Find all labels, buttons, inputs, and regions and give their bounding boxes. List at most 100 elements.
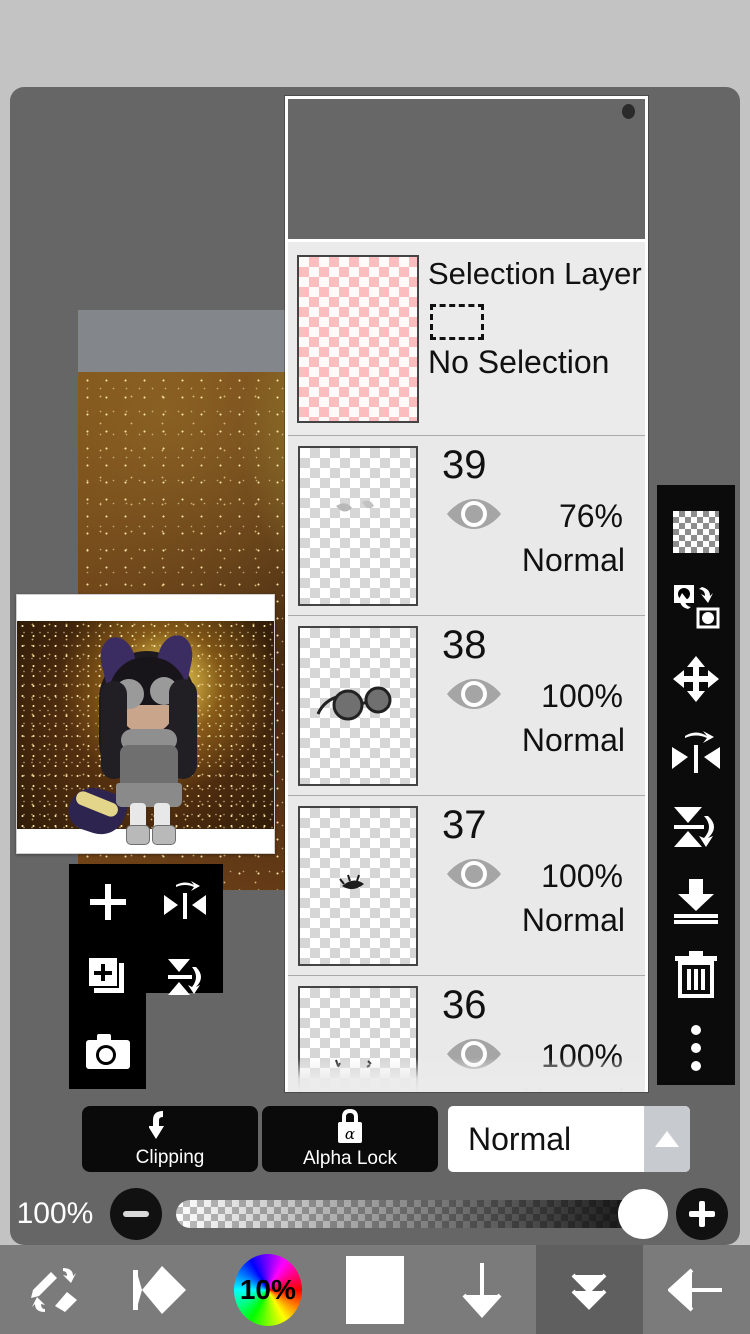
- selection-marquee-icon: [430, 304, 484, 340]
- layer-opacity[interactable]: 100%: [541, 678, 623, 715]
- layer-name: 37: [442, 803, 487, 847]
- alpha-lock-label: Alpha Lock: [302, 1148, 397, 1169]
- trash-icon: [675, 951, 717, 999]
- layer-info: 37 100% Normal: [428, 796, 645, 975]
- layer-visibility-toggle[interactable]: [444, 496, 504, 537]
- layer-thumb-cell: [288, 796, 428, 975]
- hide-panel-button[interactable]: [429, 1245, 536, 1334]
- layer-opacity[interactable]: 76%: [559, 498, 623, 535]
- layer-thumbnail[interactable]: [298, 625, 418, 786]
- layer-visibility-toggle[interactable]: [444, 856, 504, 897]
- opacity-slider[interactable]: [176, 1189, 668, 1239]
- brush-eraser-swap-button[interactable]: [0, 1245, 107, 1334]
- layer-list[interactable]: Selection Layer No Selection 39 76% Norm…: [288, 242, 645, 1092]
- layer-thumbnail[interactable]: [298, 805, 418, 966]
- more-options-button[interactable]: [657, 1011, 735, 1085]
- color-button[interactable]: 10%: [214, 1245, 321, 1334]
- layer-list-fade: [288, 1058, 645, 1092]
- color-wheel-icon[interactable]: 10%: [233, 1253, 302, 1326]
- layer-name: 38: [442, 623, 487, 667]
- opacity-decrease-button[interactable]: [110, 1188, 162, 1240]
- brush-eraser-swap-icon: [30, 1267, 77, 1312]
- triangle-up-icon: [655, 1131, 679, 1147]
- collapse-button[interactable]: [535, 1245, 643, 1334]
- plus-icon: [689, 1201, 715, 1227]
- eye-icon: [447, 858, 501, 889]
- move-button[interactable]: [657, 643, 735, 717]
- layer-blend-mode[interactable]: Normal: [428, 542, 633, 579]
- duplicate-layer-button[interactable]: [69, 939, 146, 1014]
- arrow-down-icon: [462, 1262, 502, 1318]
- layer-tools-toolbar: [657, 485, 735, 1085]
- bottom-toolbar: 10%: [0, 1245, 750, 1334]
- flip-vertical-button[interactable]: [146, 939, 223, 1014]
- back-button[interactable]: [643, 1245, 750, 1334]
- merge-down-button[interactable]: [657, 864, 735, 938]
- checkerboard-icon: [673, 510, 719, 553]
- layer-meta: 100%: [428, 670, 633, 722]
- layer-panel-header: [288, 99, 645, 239]
- selection-layer-info: Selection Layer No Selection: [428, 242, 645, 435]
- layer-meta: 76%: [428, 490, 633, 542]
- delete-layer-button[interactable]: [657, 938, 735, 1012]
- add-layer-button[interactable]: [69, 864, 146, 939]
- opacity-slider-knob[interactable]: [618, 1189, 668, 1239]
- selection-layer-row[interactable]: Selection Layer No Selection: [288, 242, 645, 436]
- character-shoe-right: [152, 825, 176, 845]
- selection-layer-title: Selection Layer: [428, 256, 642, 291]
- transparency-button[interactable]: [657, 495, 735, 569]
- arrow-left-icon: [668, 1268, 723, 1311]
- camera-button[interactable]: [69, 1014, 146, 1089]
- blend-mode-value: Normal: [468, 1120, 572, 1157]
- layer-thumbnail[interactable]: [298, 445, 418, 606]
- preview-artwork: [17, 621, 274, 845]
- app-root: Selection Layer No Selection 39 76% Norm…: [0, 0, 750, 1334]
- layer-visibility-toggle[interactable]: [444, 676, 504, 717]
- layer-blend-mode[interactable]: Normal: [428, 722, 633, 759]
- more-vertical-icon: [691, 1025, 701, 1072]
- blend-mode-stepper[interactable]: [644, 1106, 690, 1172]
- layer-info: 39 76% Normal: [428, 436, 645, 615]
- selection-layer-thumbnail[interactable]: [297, 254, 419, 423]
- layer-panel[interactable]: Selection Layer No Selection 39 76% Norm…: [285, 96, 648, 1092]
- status-bar-area: [0, 0, 750, 88]
- table-row[interactable]: 37 100% Normal: [288, 796, 645, 976]
- layer-name: 39: [442, 443, 487, 487]
- clipping-button[interactable]: Clipping: [82, 1106, 258, 1172]
- eye-icon: [447, 498, 501, 529]
- layer-opacity[interactable]: 100%: [541, 858, 623, 895]
- svg-text:α: α: [345, 1125, 355, 1143]
- table-row[interactable]: 38 100% Normal: [288, 616, 645, 796]
- layer-thumb-cell: [288, 436, 428, 615]
- flip-horizontal-tool-button[interactable]: [657, 716, 735, 790]
- blend-mode-select[interactable]: Normal: [448, 1106, 690, 1172]
- opacity-value: 100%: [16, 1197, 94, 1230]
- merge-down-icon: [674, 878, 718, 924]
- alpha-lock-button[interactable]: α Alpha Lock: [262, 1106, 438, 1172]
- quick-actions-panel: [69, 864, 223, 1089]
- character-skirt: [116, 783, 182, 807]
- opacity-slider-track[interactable]: [176, 1200, 662, 1228]
- current-color-button[interactable]: [321, 1245, 428, 1334]
- canvas-preview-card[interactable]: [16, 594, 275, 854]
- chevron-double-down-icon: [571, 1273, 607, 1310]
- selection-status: No Selection: [428, 344, 610, 380]
- sunglasses-icon: [316, 686, 392, 720]
- flip-horizontal-button[interactable]: [146, 864, 223, 939]
- layer-info: 38 100% Normal: [428, 616, 645, 795]
- table-row[interactable]: 39 76% Normal: [288, 436, 645, 616]
- clipping-label: Clipping: [135, 1147, 205, 1168]
- eye-lash-icon: [339, 874, 364, 889]
- move-icon: [673, 656, 719, 703]
- opacity-increase-button[interactable]: [676, 1188, 728, 1240]
- flip-horizontal-icon: [672, 731, 720, 774]
- brush-shape-icon: [132, 1265, 186, 1314]
- brush-button[interactable]: [107, 1245, 214, 1334]
- eye-icon: [447, 678, 501, 709]
- swap-layers-button[interactable]: [657, 569, 735, 643]
- layer-blend-mode[interactable]: Normal: [428, 902, 633, 939]
- color-swatch-icon[interactable]: [345, 1255, 404, 1324]
- flip-vertical-tool-button[interactable]: [657, 790, 735, 864]
- layer-name: 36: [442, 983, 487, 1027]
- drag-dot-icon[interactable]: [622, 104, 635, 119]
